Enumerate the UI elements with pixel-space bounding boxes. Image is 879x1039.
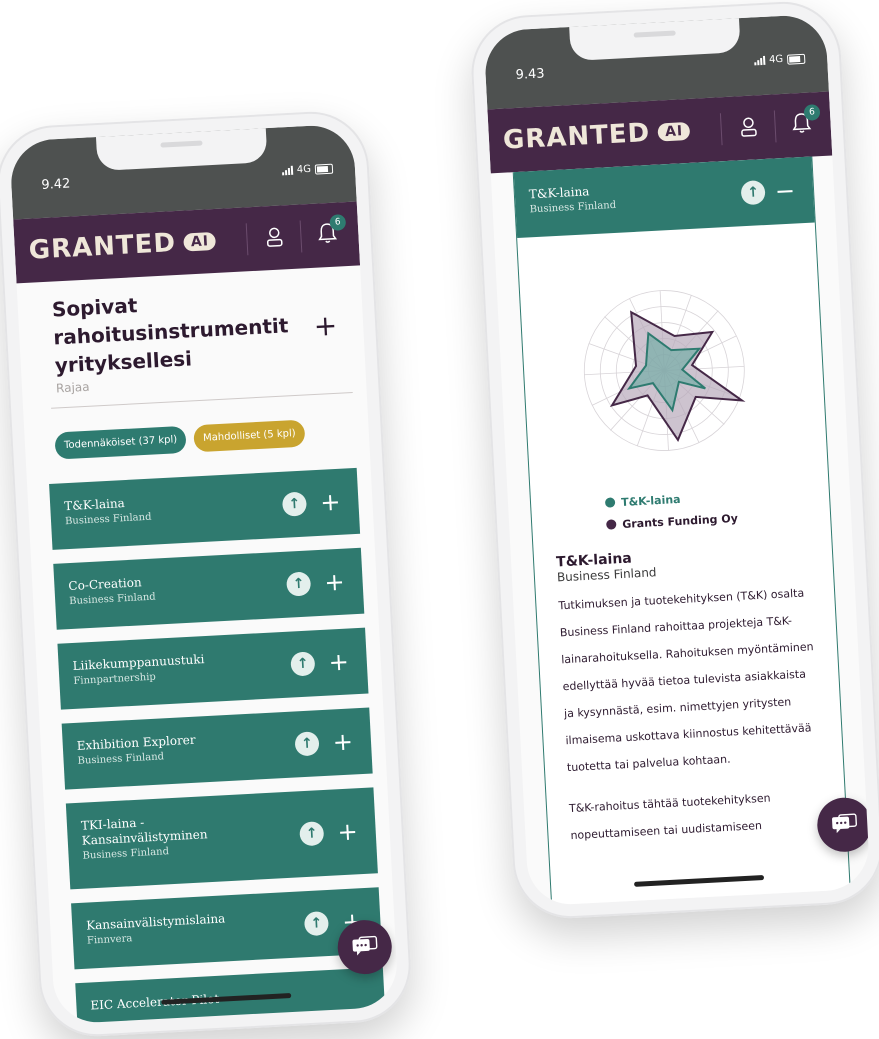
header-divider [773, 110, 777, 143]
signal-indicator: 4G [754, 53, 806, 67]
add-button[interactable]: + [324, 567, 346, 598]
detail-header: T&K-laina Business Finland ↑ − [513, 156, 815, 239]
radar-chart [583, 290, 746, 451]
funding-card[interactable]: KansainvälistymislainaFinnvera ↑ + [71, 887, 383, 970]
add-button[interactable]: + [320, 487, 342, 518]
expand-filter-button[interactable]: + [313, 309, 338, 343]
logo-text: GRANTED [28, 228, 177, 266]
battery-icon [786, 53, 806, 65]
chart-legend: T&K-laina Grants Funding Oy [604, 480, 831, 536]
legend-label: Grants Funding Oy [621, 511, 739, 531]
logo-text: GRANTED [502, 117, 651, 156]
headline-section: Sopivat rahoitusinstrumentit yritykselle… [17, 265, 366, 397]
chip-possible[interactable]: Mahdolliset (5 kpl) [193, 419, 306, 453]
header-divider [245, 223, 249, 256]
arrow-up-icon[interactable]: ↑ [294, 731, 320, 757]
logo-ai-pill: AI [657, 121, 691, 142]
funding-card[interactable]: Exhibition Explorer Business Finland ↑ + [61, 707, 373, 790]
notification-badge: 6 [329, 214, 347, 231]
signal-indicator: 4G [281, 163, 334, 177]
detail-description: Tutkimuksen ja tuotekehityksen (T&K) osa… [558, 586, 814, 775]
header-divider [719, 113, 723, 146]
logo-ai-pill: AI [183, 231, 217, 252]
funding-card[interactable]: TKI-laina - Kansainvälistyminen Business … [65, 787, 378, 890]
phone-right: 9.43 4G GRANTED AI 6 T&K-laina Business F… [468, 0, 879, 922]
chat-icon [832, 813, 858, 834]
arrow-up-icon[interactable]: ↑ [303, 910, 330, 937]
user-icon[interactable] [738, 115, 759, 138]
funding-card[interactable]: Co-Creation Business Finland ↑ + [53, 547, 365, 630]
arrow-up-icon[interactable]: ↑ [299, 821, 325, 847]
status-time: 9.42 [41, 176, 71, 193]
notifications-button[interactable]: 6 [316, 214, 347, 246]
add-button[interactable]: + [337, 816, 359, 847]
signal-icon [281, 165, 294, 176]
page-title: Sopivat rahoitusinstrumentit yritykselle… [51, 293, 289, 378]
arrow-up-icon[interactable]: ↑ [286, 571, 312, 597]
chat-icon [352, 935, 378, 956]
network-label: 4G [296, 163, 312, 176]
battery-icon [314, 163, 334, 175]
phone-left: 9.42 4G GRANTED AI 6 Sopivat rahoitusins… [0, 108, 414, 1039]
user-icon[interactable] [264, 225, 285, 248]
legend-label: T&K-laina [620, 492, 681, 509]
granted-ai-logo[interactable]: GRANTED AI [502, 116, 691, 156]
notifications-button[interactable]: 6 [790, 104, 821, 135]
notch [95, 128, 268, 172]
header-divider [299, 220, 303, 253]
arrow-up-icon[interactable]: ↑ [281, 491, 308, 517]
funding-list-screen: 9.42 4G GRANTED AI 6 Sopivat rahoitusins… [9, 123, 399, 1025]
notch [569, 18, 741, 62]
legend-dot-teal [604, 497, 616, 508]
card-title: TKI-laina - Kansainvälistyminen [80, 815, 208, 848]
funding-card[interactable]: Liikekumppanuustuki Finnpartnership ↑ + [57, 627, 369, 710]
status-time: 9.43 [515, 66, 545, 83]
granted-ai-logo[interactable]: GRANTED AI [28, 226, 217, 266]
arrow-up-icon[interactable]: ↑ [740, 180, 766, 206]
add-button[interactable]: + [328, 647, 350, 678]
notification-badge: 6 [803, 104, 821, 121]
network-label: 4G [768, 53, 784, 66]
funding-detail-screen: 9.43 4G GRANTED AI 6 T&K-laina Business F… [483, 13, 871, 907]
add-button[interactable]: + [332, 726, 354, 757]
arrow-up-icon[interactable]: ↑ [290, 651, 316, 677]
legend-dot-purple [606, 519, 617, 530]
detail-description-2: T&K-rahoitus tähtää tuotekehityksen nope… [568, 791, 771, 843]
funding-detail-panel: T&K-laina Business Finland ↑ − T&K-laina … [512, 156, 853, 907]
funding-card[interactable]: T&K-laina Business Finland ↑ + [49, 467, 361, 550]
signal-icon [754, 55, 766, 66]
collapse-button[interactable]: − [774, 175, 796, 206]
